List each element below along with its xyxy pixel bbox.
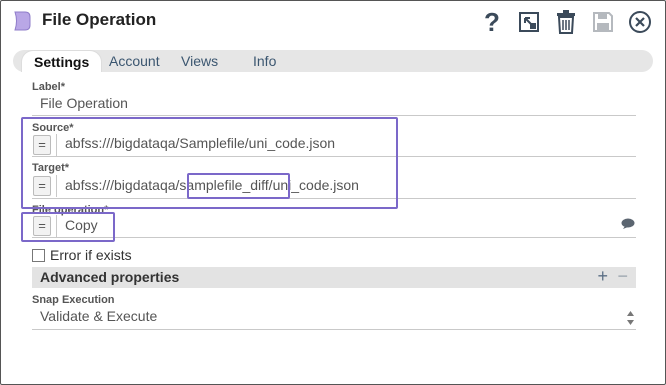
help-icon[interactable]: ? <box>479 8 505 36</box>
source-underline <box>32 156 636 157</box>
target-suffix: uni_code.json <box>272 177 359 193</box>
tab-settings[interactable]: Settings <box>21 50 103 72</box>
source-separator <box>56 134 57 156</box>
advanced-properties-bar[interactable]: Advanced properties + − <box>32 266 636 288</box>
trash-icon[interactable] <box>553 8 579 36</box>
source-input[interactable]: abfss:///bigdataqa/Samplefile/uni_code.j… <box>65 135 335 151</box>
file-operation-expression-toggle[interactable]: = <box>33 216 51 236</box>
tab-views[interactable]: Views <box>181 50 218 72</box>
snap-execution-underline <box>32 329 636 330</box>
snap-icon <box>14 11 31 31</box>
target-field-label: Target* <box>32 162 70 174</box>
file-operation-separator <box>56 215 57 237</box>
file-operation-field-label: File operation* <box>32 204 109 216</box>
comment-icon[interactable] <box>621 218 635 230</box>
target-highlight-segment: samplefile_diff/ <box>179 177 273 193</box>
close-icon[interactable] <box>627 8 653 36</box>
target-input[interactable]: abfss:///bigdataqa/samplefile_diff/uni_c… <box>65 177 359 193</box>
source-field-label: Source* <box>32 122 74 134</box>
remove-icon[interactable]: − <box>617 266 628 287</box>
title-bar: File Operation ? <box>1 1 665 43</box>
advanced-properties-title: Advanced properties <box>40 269 180 285</box>
label-input[interactable]: File Operation <box>40 95 128 111</box>
target-separator <box>56 175 57 197</box>
source-target-highlight-box <box>21 117 398 209</box>
file-operation-select[interactable]: Copy <box>65 217 98 233</box>
target-underline <box>32 198 636 199</box>
dialog-title: File Operation <box>42 10 157 29</box>
error-if-exists-checkbox[interactable] <box>32 249 45 262</box>
label-underline <box>32 115 636 116</box>
label-field-label: Label* <box>32 81 66 93</box>
error-if-exists-label: Error if exists <box>50 247 132 263</box>
popout-icon[interactable] <box>516 8 542 36</box>
file-operation-underline <box>32 237 636 238</box>
tab-account[interactable]: Account <box>109 50 160 72</box>
help-glyph: ? <box>484 7 500 37</box>
tab-bar: Settings Account Views Info <box>13 50 653 72</box>
target-prefix: abfss:///bigdataqa/ <box>65 177 180 193</box>
target-expression-toggle[interactable]: = <box>33 176 51 196</box>
source-expression-toggle[interactable]: = <box>33 135 51 155</box>
title-actions: ? <box>479 8 653 36</box>
add-icon[interactable]: + <box>597 266 608 287</box>
tab-info[interactable]: Info <box>253 50 276 72</box>
select-arrows-icon[interactable] <box>626 310 635 326</box>
save-icon[interactable] <box>590 8 616 36</box>
snap-execution-select[interactable]: Validate & Execute <box>40 308 157 324</box>
dialog-frame: File Operation ? Settings Account Views … <box>0 0 666 385</box>
snap-execution-label: Snap Execution <box>32 294 115 306</box>
